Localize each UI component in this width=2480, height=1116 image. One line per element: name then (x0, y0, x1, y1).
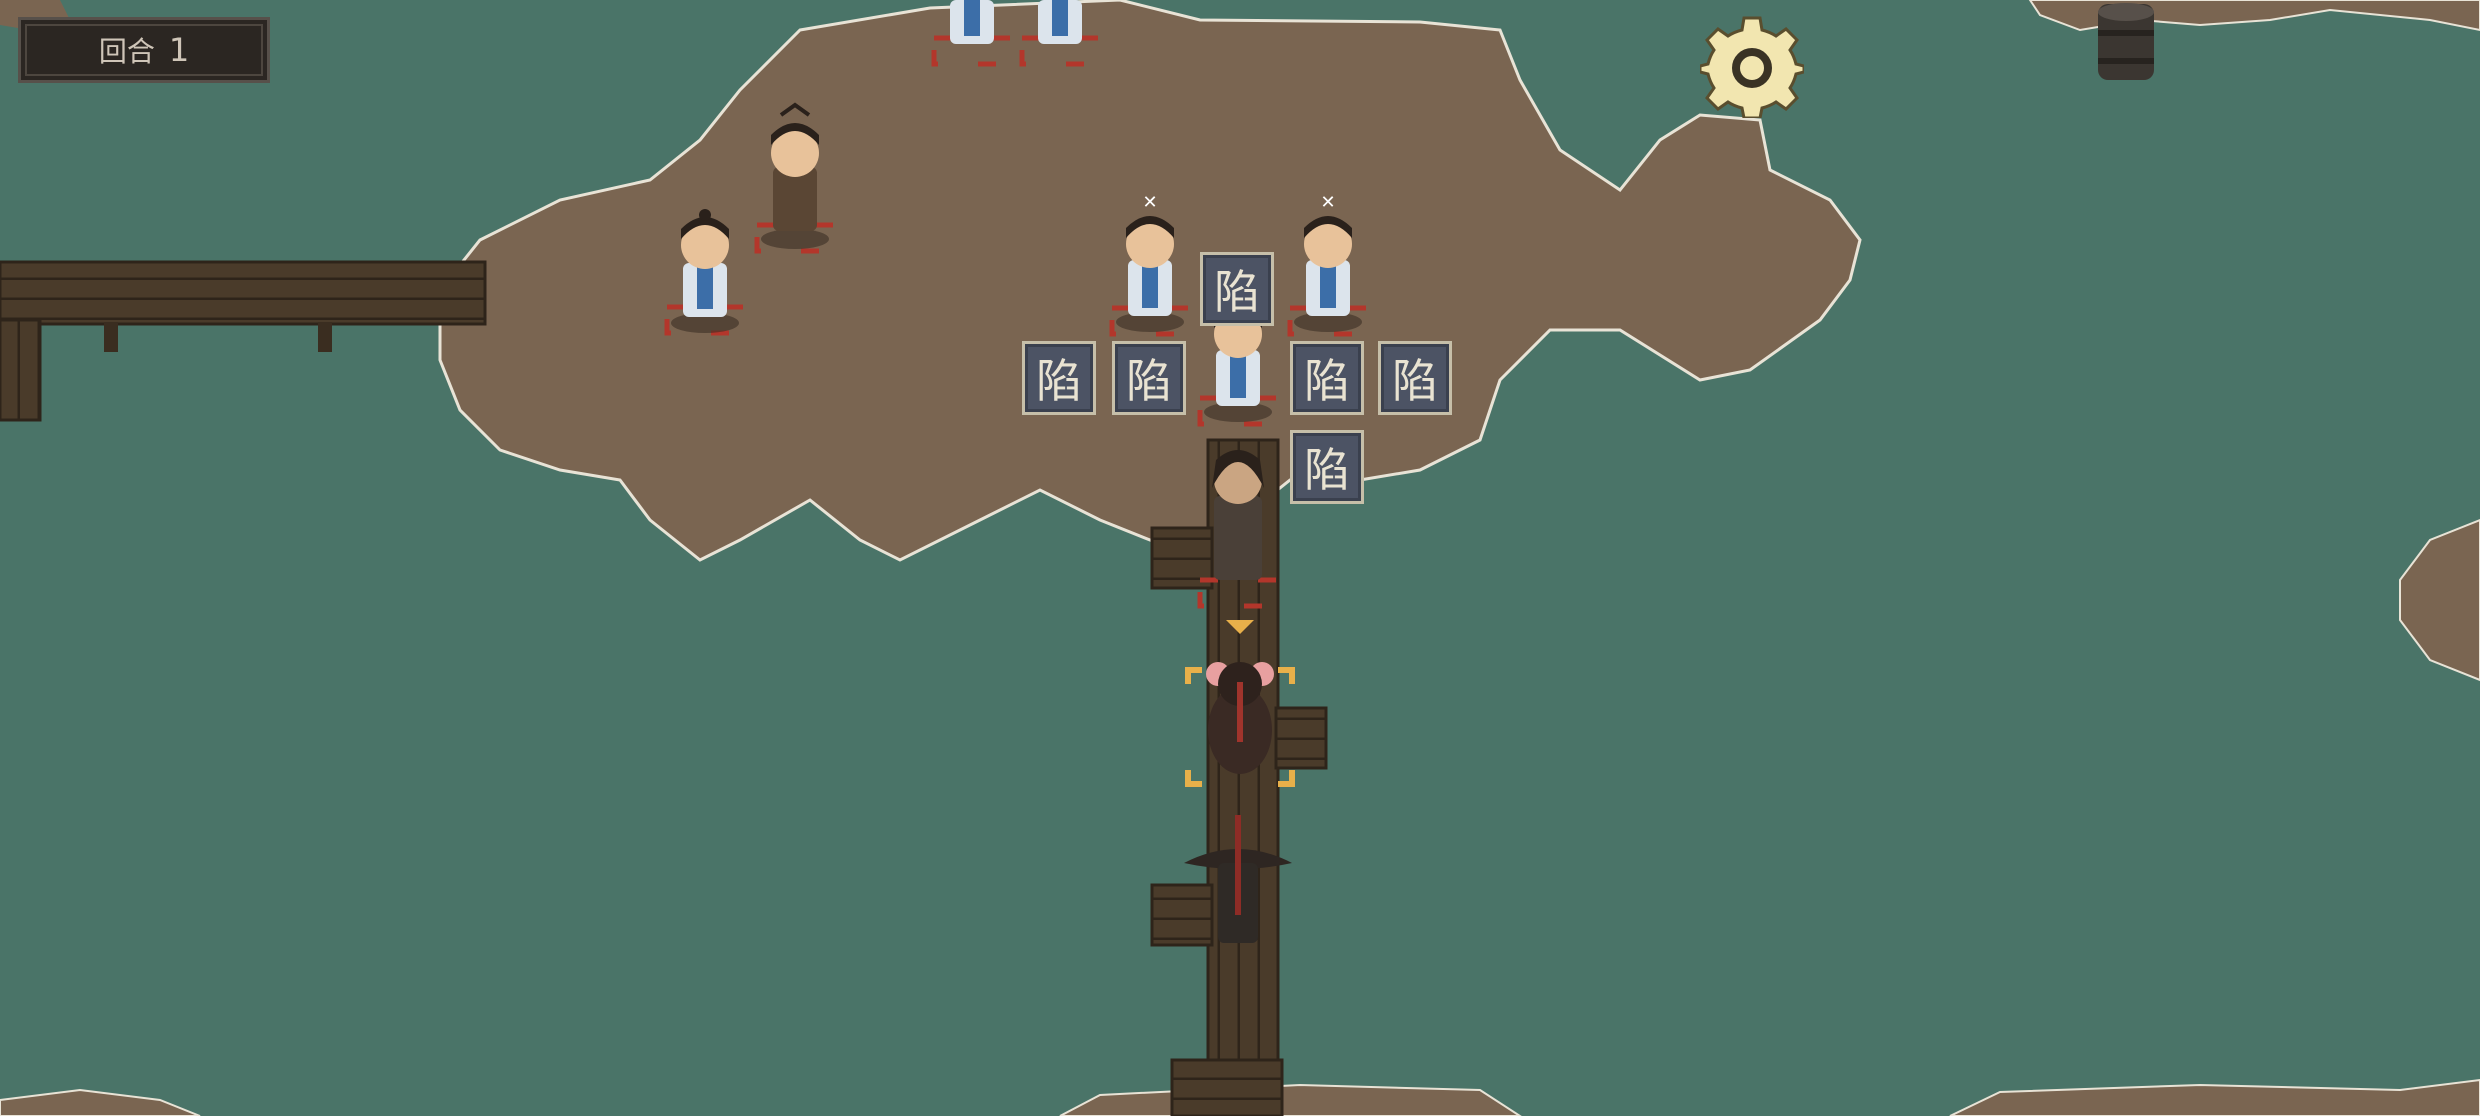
barrel (2098, 3, 2154, 80)
pier-left (0, 260, 487, 326)
trap-tile[interactable]: 陷 (1378, 341, 1452, 415)
trap-tile[interactable]: 陷 (1022, 341, 1096, 415)
pier-left-post (0, 318, 42, 422)
turn-number: 1 (168, 31, 190, 69)
trap-tile[interactable]: 陷 (1290, 430, 1364, 504)
settings-button[interactable] (1698, 14, 1806, 120)
turn-counter: 回合 1 (18, 17, 270, 83)
svg-text:✕: ✕ (1142, 192, 1157, 213)
trap-tile[interactable]: 陷 (1112, 341, 1186, 415)
turn-label: 回合 (98, 35, 155, 68)
battle-map-screen: ✕ ✕ 回合 1 陷 陷 陷 陷 陷 陷 (0, 0, 2480, 1116)
gear-icon (1698, 16, 1806, 120)
svg-text:✕: ✕ (1320, 192, 1335, 213)
trap-tile[interactable]: 陷 (1290, 341, 1364, 415)
battlefield-map: ✕ ✕ (0, 0, 2480, 1116)
trap-tile[interactable]: 陷 (1200, 252, 1274, 326)
